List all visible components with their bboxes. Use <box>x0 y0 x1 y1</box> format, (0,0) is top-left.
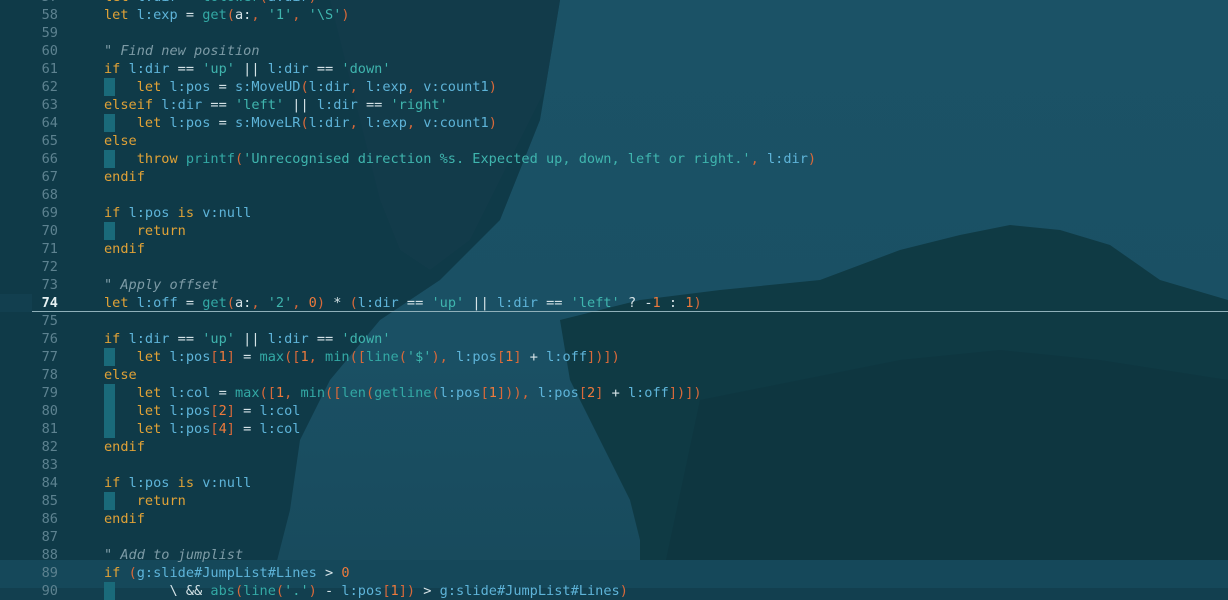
line-number: 63 <box>41 97 58 113</box>
line-number: 72 <box>41 259 58 275</box>
line-number: 85 <box>41 493 58 509</box>
code-line-89[interactable]: 89 if (g:slide#JumpList#Lines > 0 <box>0 564 1228 582</box>
code-line-59[interactable]: 59 <box>0 24 1228 42</box>
code-text: else <box>104 367 137 383</box>
line-number: 68 <box>41 187 58 203</box>
code-line-66[interactable]: 66 throw printf('Unrecognised direction … <box>0 150 1228 168</box>
code-line-69[interactable]: 69 if l:pos is v:null <box>0 204 1228 222</box>
line-number: 70 <box>41 223 58 239</box>
code-text: let l:exp = get(a:, '1', '\S') <box>104 7 350 23</box>
code-line-73[interactable]: 73 " Apply offset <box>0 276 1228 294</box>
code-line-77[interactable]: 77 let l:pos[1] = max([1, min([line('$')… <box>0 348 1228 366</box>
line-number: 83 <box>41 457 58 473</box>
code-line-84[interactable]: 84 if l:pos is v:null <box>0 474 1228 492</box>
code-line-71[interactable]: 71 endif <box>0 240 1228 258</box>
code-text: return <box>136 493 186 509</box>
line-number: 61 <box>41 61 58 77</box>
code-line-68[interactable]: 68 <box>0 186 1228 204</box>
code-text: endif <box>104 169 145 185</box>
line-number: 87 <box>41 529 58 545</box>
line-number: 58 <box>41 7 58 23</box>
code-line-76[interactable]: 76 if l:dir == 'up' || l:dir == 'down' <box>0 330 1228 348</box>
line-number: 73 <box>41 277 58 293</box>
code-line-90[interactable]: 90 \ && abs(line('.') - l:pos[1]) > g:sl… <box>0 582 1228 600</box>
code-text: let l:pos = s:MoveLR(l:dir, l:exp, v:cou… <box>136 115 497 131</box>
code-line-60[interactable]: 60 " Find new position <box>0 42 1228 60</box>
code-line-80[interactable]: 80 let l:pos[2] = l:col <box>0 402 1228 420</box>
code-text: else <box>104 133 137 149</box>
code-text: if l:pos is v:null <box>104 205 252 221</box>
code-text: return <box>136 223 186 239</box>
code-text: let l:pos[4] = l:col <box>136 421 301 437</box>
line-number: 66 <box>41 151 58 167</box>
line-number: 74 <box>41 295 58 311</box>
line-number: 88 <box>41 547 58 563</box>
line-number: 76 <box>41 331 58 347</box>
code-text: throw printf('Unrecognised direction %s.… <box>136 151 817 167</box>
line-number: 80 <box>41 403 58 419</box>
line-number: 77 <box>41 349 58 365</box>
code-line-83[interactable]: 83 <box>0 456 1228 474</box>
code-line-61[interactable]: 61 if l:dir == 'up' || l:dir == 'down' <box>0 60 1228 78</box>
line-number: 67 <box>41 169 58 185</box>
line-number: 60 <box>41 43 58 59</box>
line-number: 84 <box>41 475 58 491</box>
line-number: 71 <box>41 241 58 257</box>
line-number: 64 <box>41 115 58 131</box>
code-line-67[interactable]: 67 endif <box>0 168 1228 186</box>
code-text: " Apply offset <box>104 277 219 293</box>
code-editor[interactable]: 57let l:dir = tolower(a:dir)58let l:exp … <box>0 0 1228 600</box>
code-text: " Add to jumplist <box>104 547 244 563</box>
code-text: endif <box>104 511 145 527</box>
code-line-86[interactable]: 86 endif <box>0 510 1228 528</box>
code-line-81[interactable]: 81 let l:pos[4] = l:col <box>0 420 1228 438</box>
code-line-88[interactable]: 88 " Add to jumplist <box>0 546 1228 564</box>
code-line-58[interactable]: 58 let l:exp = get(a:, '1', '\S') <box>0 6 1228 24</box>
code-line-62[interactable]: 62 let l:pos = s:MoveUD(l:dir, l:exp, v:… <box>0 78 1228 96</box>
code-text: endif <box>104 439 145 455</box>
code-line-82[interactable]: 82 endif <box>0 438 1228 456</box>
code-text: let l:off = get(a:, '2', 0) * (l:dir == … <box>104 295 702 311</box>
code-text: let l:pos[2] = l:col <box>136 403 301 419</box>
line-number: 81 <box>41 421 58 437</box>
code-text: let l:col = max([1, min([len(getline(l:p… <box>136 385 702 401</box>
code-line-75[interactable]: 75 <box>0 312 1228 330</box>
line-number: 78 <box>41 367 58 383</box>
line-number: 69 <box>41 205 58 221</box>
code-text: if (g:slide#JumpList#Lines > 0 <box>104 565 350 581</box>
line-number: 82 <box>41 439 58 455</box>
code-text: \ && abs(line('.') - l:pos[1]) > g:slide… <box>169 583 628 599</box>
line-number: 86 <box>41 511 58 527</box>
code-line-64[interactable]: 64 let l:pos = s:MoveLR(l:dir, l:exp, v:… <box>0 114 1228 132</box>
code-line-79[interactable]: 79 let l:col = max([1, min([len(getline(… <box>0 384 1228 402</box>
code-text: elseif l:dir == 'left' || l:dir == 'righ… <box>104 97 448 113</box>
code-line-87[interactable]: 87 <box>0 528 1228 546</box>
code-line-65[interactable]: 65 else <box>0 132 1228 150</box>
line-number: 62 <box>41 79 58 95</box>
code-line-78[interactable]: 78 else <box>0 366 1228 384</box>
code-line-63[interactable]: 63 elseif l:dir == 'left' || l:dir == 'ri… <box>0 96 1228 114</box>
code-line-85[interactable]: 85 return <box>0 492 1228 510</box>
code-line-72[interactable]: 72 <box>0 258 1228 276</box>
code-text: if l:dir == 'up' || l:dir == 'down' <box>104 61 391 77</box>
code-line-74[interactable]: 74 let l:off = get(a:, '2', 0) * (l:dir =… <box>0 294 1228 312</box>
code-text: endif <box>104 241 145 257</box>
code-text: if l:pos is v:null <box>104 475 252 491</box>
line-number: 65 <box>41 133 58 149</box>
line-number: 79 <box>41 385 58 401</box>
line-number: 59 <box>41 25 58 41</box>
line-number: 89 <box>41 565 58 581</box>
code-text: let l:pos[1] = max([1, min([line('$'), l… <box>136 349 620 365</box>
line-number: 75 <box>41 313 58 329</box>
code-text: let l:pos = s:MoveUD(l:dir, l:exp, v:cou… <box>136 79 497 95</box>
code-line-70[interactable]: 70 return <box>0 222 1228 240</box>
line-number: 90 <box>41 583 58 599</box>
code-text: " Find new position <box>104 43 260 59</box>
code-text: if l:dir == 'up' || l:dir == 'down' <box>104 331 391 347</box>
